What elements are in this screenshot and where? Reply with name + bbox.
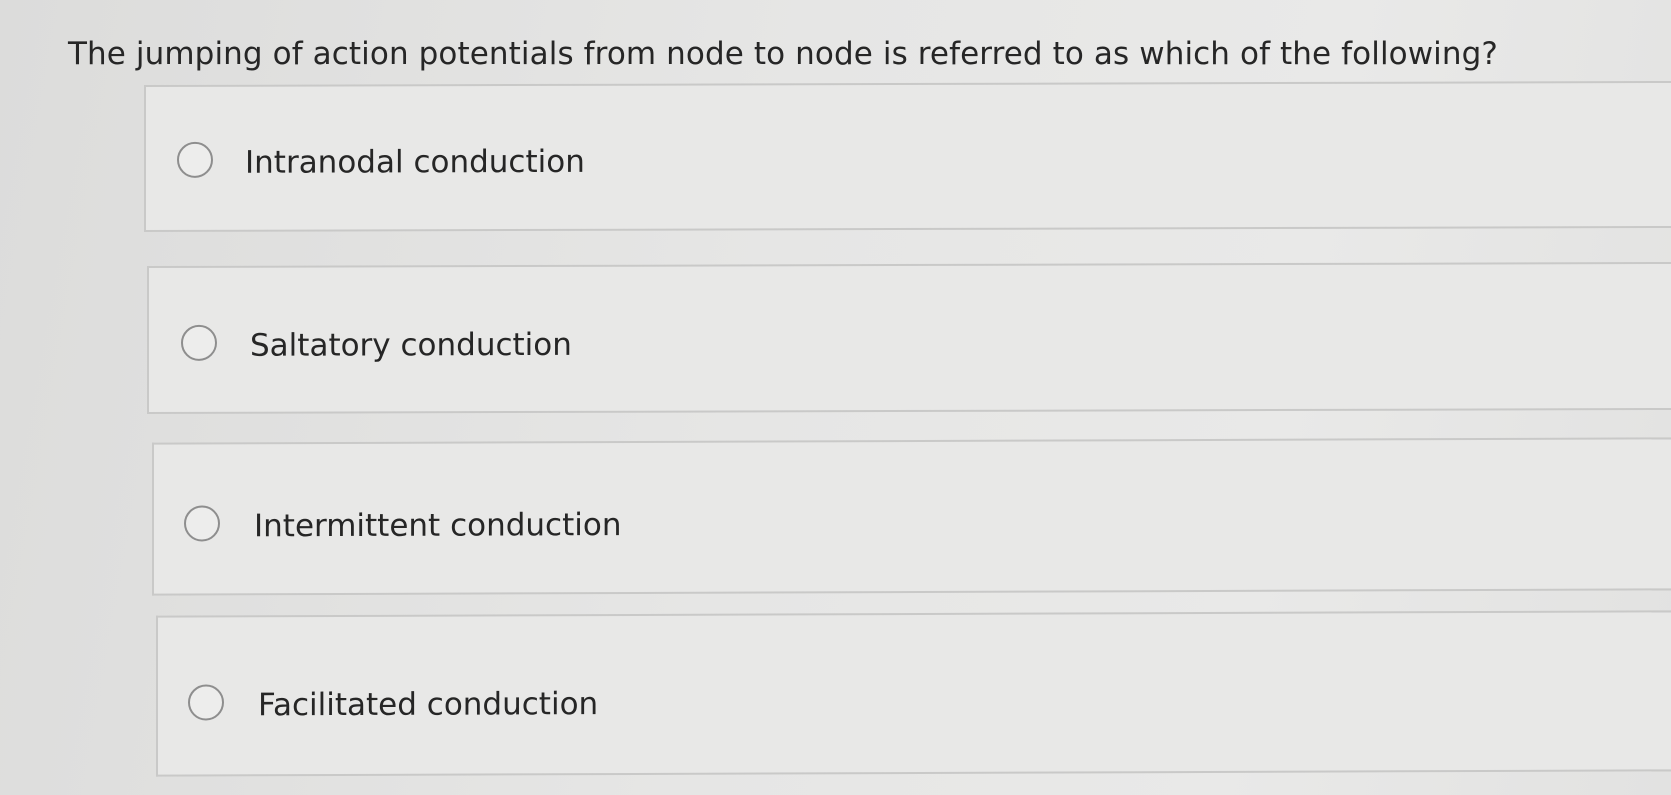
answer-option-label: Intranodal conduction (245, 143, 585, 181)
answer-option-label: Saltatory conduction (250, 326, 572, 364)
question-text: The jumping of action potentials from no… (68, 36, 1498, 72)
answer-option-label: Intermittent conduction (254, 507, 622, 545)
answer-option-saltatory[interactable]: Saltatory conduction (147, 262, 1671, 414)
radio-button-icon[interactable] (184, 505, 220, 542)
quiz-page: The jumping of action potentials from no… (0, 0, 1671, 795)
answer-option-intermittent[interactable]: Intermittent conduction (152, 437, 1671, 596)
radio-button-icon[interactable] (188, 684, 224, 721)
answer-option-facilitated[interactable]: Facilitated conduction (156, 610, 1671, 777)
answer-option-intranodal[interactable]: Intranodal conduction (144, 81, 1671, 232)
radio-button-icon[interactable] (181, 324, 217, 361)
radio-button-icon[interactable] (177, 141, 213, 178)
answer-option-label: Facilitated conduction (258, 686, 599, 724)
